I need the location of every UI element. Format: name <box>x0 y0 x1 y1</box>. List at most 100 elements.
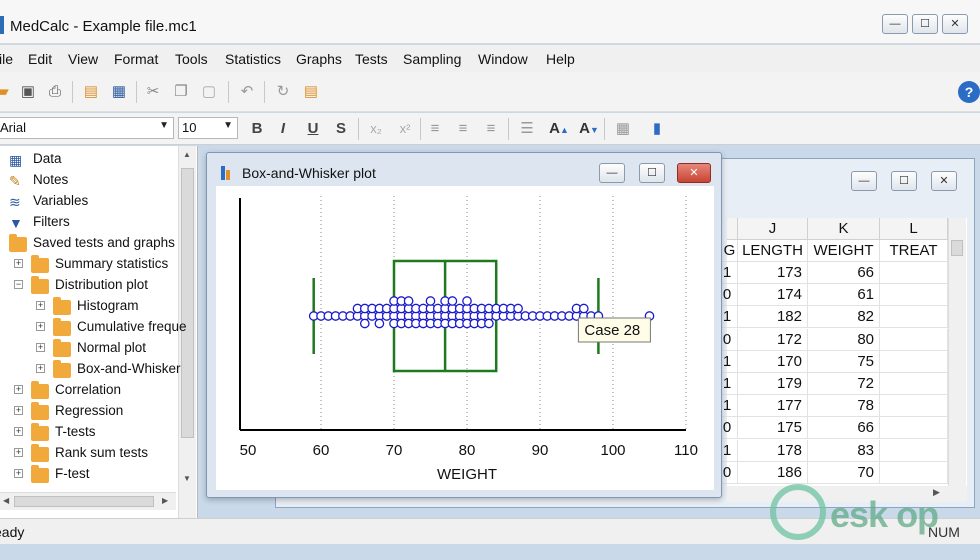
align-left-icon[interactable]: ≡ <box>424 118 446 140</box>
tree-item[interactable]: Cumulative freque <box>77 319 187 334</box>
table-cell[interactable] <box>880 284 948 307</box>
tree-expander[interactable]: − <box>14 280 23 289</box>
tree-item[interactable]: Distribution plot <box>55 277 148 292</box>
menu-graphs[interactable]: Graphs <box>296 51 342 67</box>
tree-expander[interactable]: + <box>14 385 23 394</box>
table-cell[interactable]: 72 <box>808 373 880 395</box>
menu-window[interactable]: Window <box>478 51 528 67</box>
underline-button[interactable]: U <box>302 118 324 140</box>
superscript-button[interactable]: x² <box>394 118 416 140</box>
tree-expander[interactable]: + <box>36 343 45 352</box>
tree-expander[interactable]: + <box>14 406 23 415</box>
tree-horizontal-scrollbar[interactable]: ◀ ▶ <box>0 492 176 510</box>
font-select[interactable]: Arial ▼ <box>0 117 174 139</box>
table-cell[interactable]: 61 <box>808 284 880 307</box>
italic-button[interactable]: I <box>272 118 294 140</box>
menu-format[interactable]: Format <box>114 51 158 67</box>
table-cell[interactable]: 1 <box>722 373 738 395</box>
menu-statistics[interactable]: Statistics <box>225 51 281 67</box>
help-icon[interactable]: ? <box>958 81 980 103</box>
plot-maximize-button[interactable]: ☐ <box>639 163 665 183</box>
undo-icon[interactable]: ↶ <box>236 81 258 103</box>
table-cell[interactable] <box>880 373 948 395</box>
save-icon[interactable]: ▣ <box>17 81 39 103</box>
column-header[interactable]: K <box>808 218 880 240</box>
font-size-select[interactable]: 10 ▼ <box>178 117 238 139</box>
menu-sampling[interactable]: Sampling <box>403 51 461 67</box>
tree-item[interactable]: T-tests <box>55 424 96 439</box>
table-cell[interactable]: 0 <box>722 284 738 307</box>
table-cell[interactable]: 177 <box>738 395 808 418</box>
tree-expander[interactable]: + <box>36 322 45 331</box>
table-cell[interactable]: 1 <box>722 350 738 373</box>
menu-file[interactable]: ile <box>0 51 13 67</box>
table-cell[interactable] <box>880 461 948 484</box>
scroll-thumb[interactable] <box>951 240 963 256</box>
table-cell[interactable]: 1 <box>722 306 738 329</box>
shrink-font-icon[interactable]: A▼ <box>578 118 600 140</box>
format-sheet-icon[interactable]: ▦ <box>612 118 634 140</box>
table-cell[interactable]: 0 <box>722 461 738 484</box>
tree-item[interactable]: Data <box>33 151 62 166</box>
table-cell[interactable] <box>880 328 948 351</box>
sheet-maximize-button[interactable]: ☐ <box>891 171 917 191</box>
tree-item[interactable]: Filters <box>33 214 70 229</box>
table-cell[interactable]: 70 <box>808 461 880 484</box>
table-cell[interactable]: 78 <box>808 395 880 418</box>
table-cell[interactable]: 174 <box>738 284 808 307</box>
table-cell[interactable] <box>880 417 948 440</box>
sheet-minimize-button[interactable]: — <box>851 171 877 191</box>
scroll-down-icon[interactable]: ▼ <box>183 474 191 483</box>
table-cell[interactable]: 172 <box>738 328 808 351</box>
tree-item[interactable]: Regression <box>55 403 123 418</box>
paste-icon[interactable]: ▢ <box>198 81 220 103</box>
maximize-button[interactable]: ☐ <box>912 14 938 34</box>
align-center-icon[interactable]: ≡ <box>452 118 474 140</box>
tree-expander[interactable]: + <box>14 448 23 457</box>
table-cell[interactable]: 1 <box>722 395 738 418</box>
column-header[interactable]: J <box>738 218 808 240</box>
cut-icon[interactable]: ✂ <box>142 81 164 103</box>
tree-item[interactable]: Box-and-Whisker <box>77 361 181 376</box>
menu-tools[interactable]: Tools <box>175 51 208 67</box>
print-icon[interactable]: ⎙ <box>44 81 66 103</box>
plot-close-button[interactable]: ✕ <box>677 163 711 183</box>
menu-edit[interactable]: Edit <box>28 51 52 67</box>
tree-item[interactable]: Notes <box>33 172 68 187</box>
report-icon[interactable]: ▤ <box>300 81 322 103</box>
table-cell[interactable]: 1 <box>722 439 738 462</box>
table-cell[interactable]: 173 <box>738 262 808 284</box>
scroll-up-icon[interactable]: ▲ <box>183 150 191 159</box>
tree-item[interactable]: Correlation <box>55 382 121 397</box>
tree-expander[interactable]: + <box>36 301 45 310</box>
table-cell[interactable]: 75 <box>808 350 880 373</box>
table-cell[interactable] <box>880 350 948 373</box>
scroll-thumb[interactable] <box>14 496 154 507</box>
menu-help[interactable]: Help <box>546 51 575 67</box>
column-header[interactable] <box>727 218 738 240</box>
close-window-button[interactable]: ✕ <box>942 14 968 34</box>
copy-folder-icon[interactable]: ▤ <box>80 81 102 103</box>
table-cell[interactable]: 1 <box>722 262 738 284</box>
open-icon[interactable]: ▰ <box>0 81 14 103</box>
tree-item[interactable]: F-test <box>55 466 90 481</box>
table-cell[interactable] <box>880 439 948 462</box>
scroll-left-icon[interactable]: ◀ <box>3 496 9 505</box>
sheet-vertical-scrollbar[interactable] <box>948 218 966 486</box>
table-cell[interactable]: 182 <box>738 306 808 329</box>
minimize-button[interactable]: — <box>882 14 908 34</box>
shadow-button[interactable]: S <box>330 118 352 140</box>
tree-item[interactable]: Variables <box>33 193 88 208</box>
tree-item[interactable]: Normal plot <box>77 340 146 355</box>
tree-expander[interactable]: + <box>14 427 23 436</box>
tree-item[interactable]: Summary statistics <box>55 256 168 271</box>
spreadsheet-icon[interactable]: ▦ <box>108 81 130 103</box>
table-cell[interactable]: 0 <box>722 328 738 351</box>
table-cell[interactable]: 82 <box>808 306 880 329</box>
table-cell[interactable]: 179 <box>738 373 808 395</box>
subscript-button[interactable]: x₂ <box>365 118 387 140</box>
tree-expander[interactable]: + <box>14 259 23 268</box>
menu-tests[interactable]: Tests <box>355 51 388 67</box>
table-cell[interactable]: 170 <box>738 350 808 373</box>
tree-expander[interactable]: + <box>14 469 23 478</box>
